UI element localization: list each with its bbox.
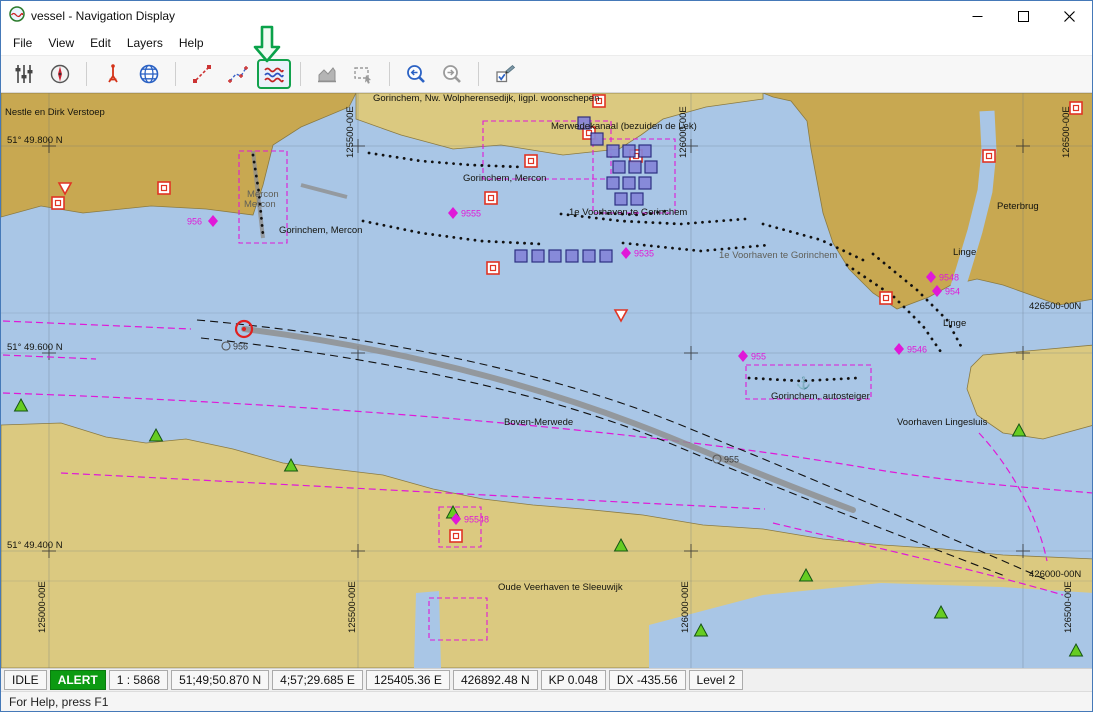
svg-text:956: 956 [233, 342, 248, 352]
svg-text:125500-00E: 125500-00E [345, 106, 356, 158]
zoom-next-button[interactable] [435, 59, 469, 89]
svg-text:9548: 9548 [939, 273, 959, 283]
chart-svg[interactable]: 956 9555 9535 955 9548 954 9546 95548 956 955 Gori… [1, 93, 1093, 668]
svg-text:Peterbrug: Peterbrug [997, 201, 1039, 212]
toolbar-separator [389, 62, 390, 86]
svg-text:95548: 95548 [464, 515, 489, 525]
compass-icon [49, 63, 71, 85]
area-chart-icon [316, 63, 338, 85]
status-dx-cell: DX -435.56 [609, 670, 686, 690]
app-window: vessel - Navigation Display File View Ed… [0, 0, 1093, 712]
menu-help[interactable]: Help [171, 33, 212, 53]
globe-view-button[interactable] [132, 59, 166, 89]
toolbar-separator [86, 62, 87, 86]
svg-text:Voorhaven Lingesluis: Voorhaven Lingesluis [897, 417, 988, 428]
svg-text:Mercon: Mercon [244, 199, 276, 210]
window-controls [954, 1, 1092, 31]
svg-text:Gorinchem, autosteiger: Gorinchem, autosteiger [771, 391, 870, 402]
svg-text:Linge: Linge [943, 318, 966, 329]
menu-bar: File View Edit Layers Help [1, 31, 1092, 55]
svg-text:9535: 9535 [634, 249, 654, 259]
svg-text:Gorinchem, Mercon: Gorinchem, Mercon [279, 225, 362, 236]
svg-text:Boven-Merwede: Boven-Merwede [504, 417, 573, 428]
fairway-lines-button[interactable] [257, 59, 291, 89]
svg-text:51° 49.800 N: 51° 49.800 N [7, 135, 63, 146]
maximize-icon [1018, 11, 1029, 22]
svg-text:1e Voorhaven te Gorinchem: 1e Voorhaven te Gorinchem [719, 250, 837, 261]
status-kp-cell: KP 0.048 [541, 670, 606, 690]
svg-text:51° 49.600 N: 51° 49.600 N [7, 342, 63, 353]
zoom-previous-icon [405, 63, 427, 85]
status-longitude-cell: 4;57;29.685 E [272, 670, 363, 690]
svg-text:Oude Veerhaven te Sleeuwijk: Oude Veerhaven te Sleeuwijk [498, 582, 623, 593]
maximize-button[interactable] [1000, 1, 1046, 31]
menu-layers[interactable]: Layers [119, 33, 171, 53]
svg-text:Nestle en Dirk Verstoep: Nestle en Dirk Verstoep [5, 107, 105, 118]
svg-text:126500-00E: 126500-00E [1061, 106, 1072, 158]
status-latitude-cell: 51;49;50.870 N [171, 670, 269, 690]
svg-text:426000-00N: 426000-00N [1029, 569, 1081, 580]
toolbar [1, 55, 1092, 93]
minimize-icon [972, 11, 983, 22]
window-title: vessel - Navigation Display [31, 9, 175, 23]
svg-text:126000-00E: 126000-00E [678, 106, 689, 158]
svg-text:Linge: Linge [953, 247, 976, 258]
select-area-button[interactable] [346, 59, 380, 89]
menu-edit[interactable]: Edit [82, 33, 119, 53]
route-edit-button[interactable] [221, 59, 255, 89]
annotation-green-arrow [253, 25, 281, 63]
status-easting-cell: 125405.36 E [366, 670, 450, 690]
help-bar: For Help, press F1 [1, 691, 1092, 711]
toolbar-separator [175, 62, 176, 86]
minimize-button[interactable] [954, 1, 1000, 31]
app-icon [9, 6, 25, 27]
status-northing-cell: 426892.48 N [453, 670, 538, 690]
status-mode-cell: IDLE [4, 670, 47, 690]
buoy-edit-button[interactable] [96, 59, 130, 89]
title-bar: vessel - Navigation Display [1, 1, 1092, 31]
measure-line-button[interactable] [185, 59, 219, 89]
menu-file[interactable]: File [5, 33, 40, 53]
svg-text:51° 49.400 N: 51° 49.400 N [7, 540, 63, 551]
status-bar: IDLE ALERT 1 : 5868 51;49;50.870 N 4;57;… [1, 668, 1092, 691]
svg-text:1e Voorhaven te Gorinchem: 1e Voorhaven te Gorinchem [569, 207, 687, 218]
globe-icon [138, 63, 160, 85]
pen-checkbox-icon [494, 63, 516, 85]
validate-layers-button[interactable] [488, 59, 522, 89]
display-settings-button[interactable] [7, 59, 41, 89]
buoy-icon [102, 63, 124, 85]
toolbar-separator [478, 62, 479, 86]
svg-text:125000-00E: 125000-00E [37, 581, 48, 633]
select-rect-icon [352, 63, 374, 85]
svg-text:954: 954 [945, 287, 960, 297]
svg-text:955: 955 [751, 352, 766, 362]
svg-text:Gorinchem, Mercon: Gorinchem, Mercon [463, 173, 546, 184]
close-button[interactable] [1046, 1, 1092, 31]
waves-icon [263, 63, 285, 85]
svg-text:426500-00N: 426500-00N [1029, 301, 1081, 312]
toolbar-separator [300, 62, 301, 86]
svg-text:Gorinchem, Nw. Wolpherensedijk: Gorinchem, Nw. Wolpherensedijk, ligpl. w… [373, 93, 599, 104]
svg-text:9555: 9555 [461, 209, 481, 219]
close-icon [1064, 11, 1075, 22]
measure-line-icon [191, 63, 213, 85]
zoom-previous-button[interactable] [399, 59, 433, 89]
status-alert-cell: ALERT [50, 670, 106, 690]
status-scale-cell: 1 : 5868 [109, 670, 168, 690]
route-points-icon [227, 63, 249, 85]
svg-text:9546: 9546 [907, 345, 927, 355]
svg-text:956: 956 [187, 217, 202, 227]
svg-text:125500-00E: 125500-00E [347, 581, 358, 633]
status-level-cell: Level 2 [689, 670, 744, 690]
menu-view[interactable]: View [40, 33, 82, 53]
svg-text:⚓: ⚓ [796, 376, 811, 390]
compass-button[interactable] [43, 59, 77, 89]
svg-text:126000-00E: 126000-00E [680, 581, 691, 633]
svg-text:955: 955 [724, 455, 739, 465]
svg-text:Merwedekanaal (bezuiden de Lek: Merwedekanaal (bezuiden de Lek) [551, 121, 697, 132]
svg-text:126500-00E: 126500-00E [1063, 581, 1074, 633]
profile-chart-button[interactable] [310, 59, 344, 89]
sliders-icon [13, 63, 35, 85]
zoom-next-icon [441, 63, 463, 85]
